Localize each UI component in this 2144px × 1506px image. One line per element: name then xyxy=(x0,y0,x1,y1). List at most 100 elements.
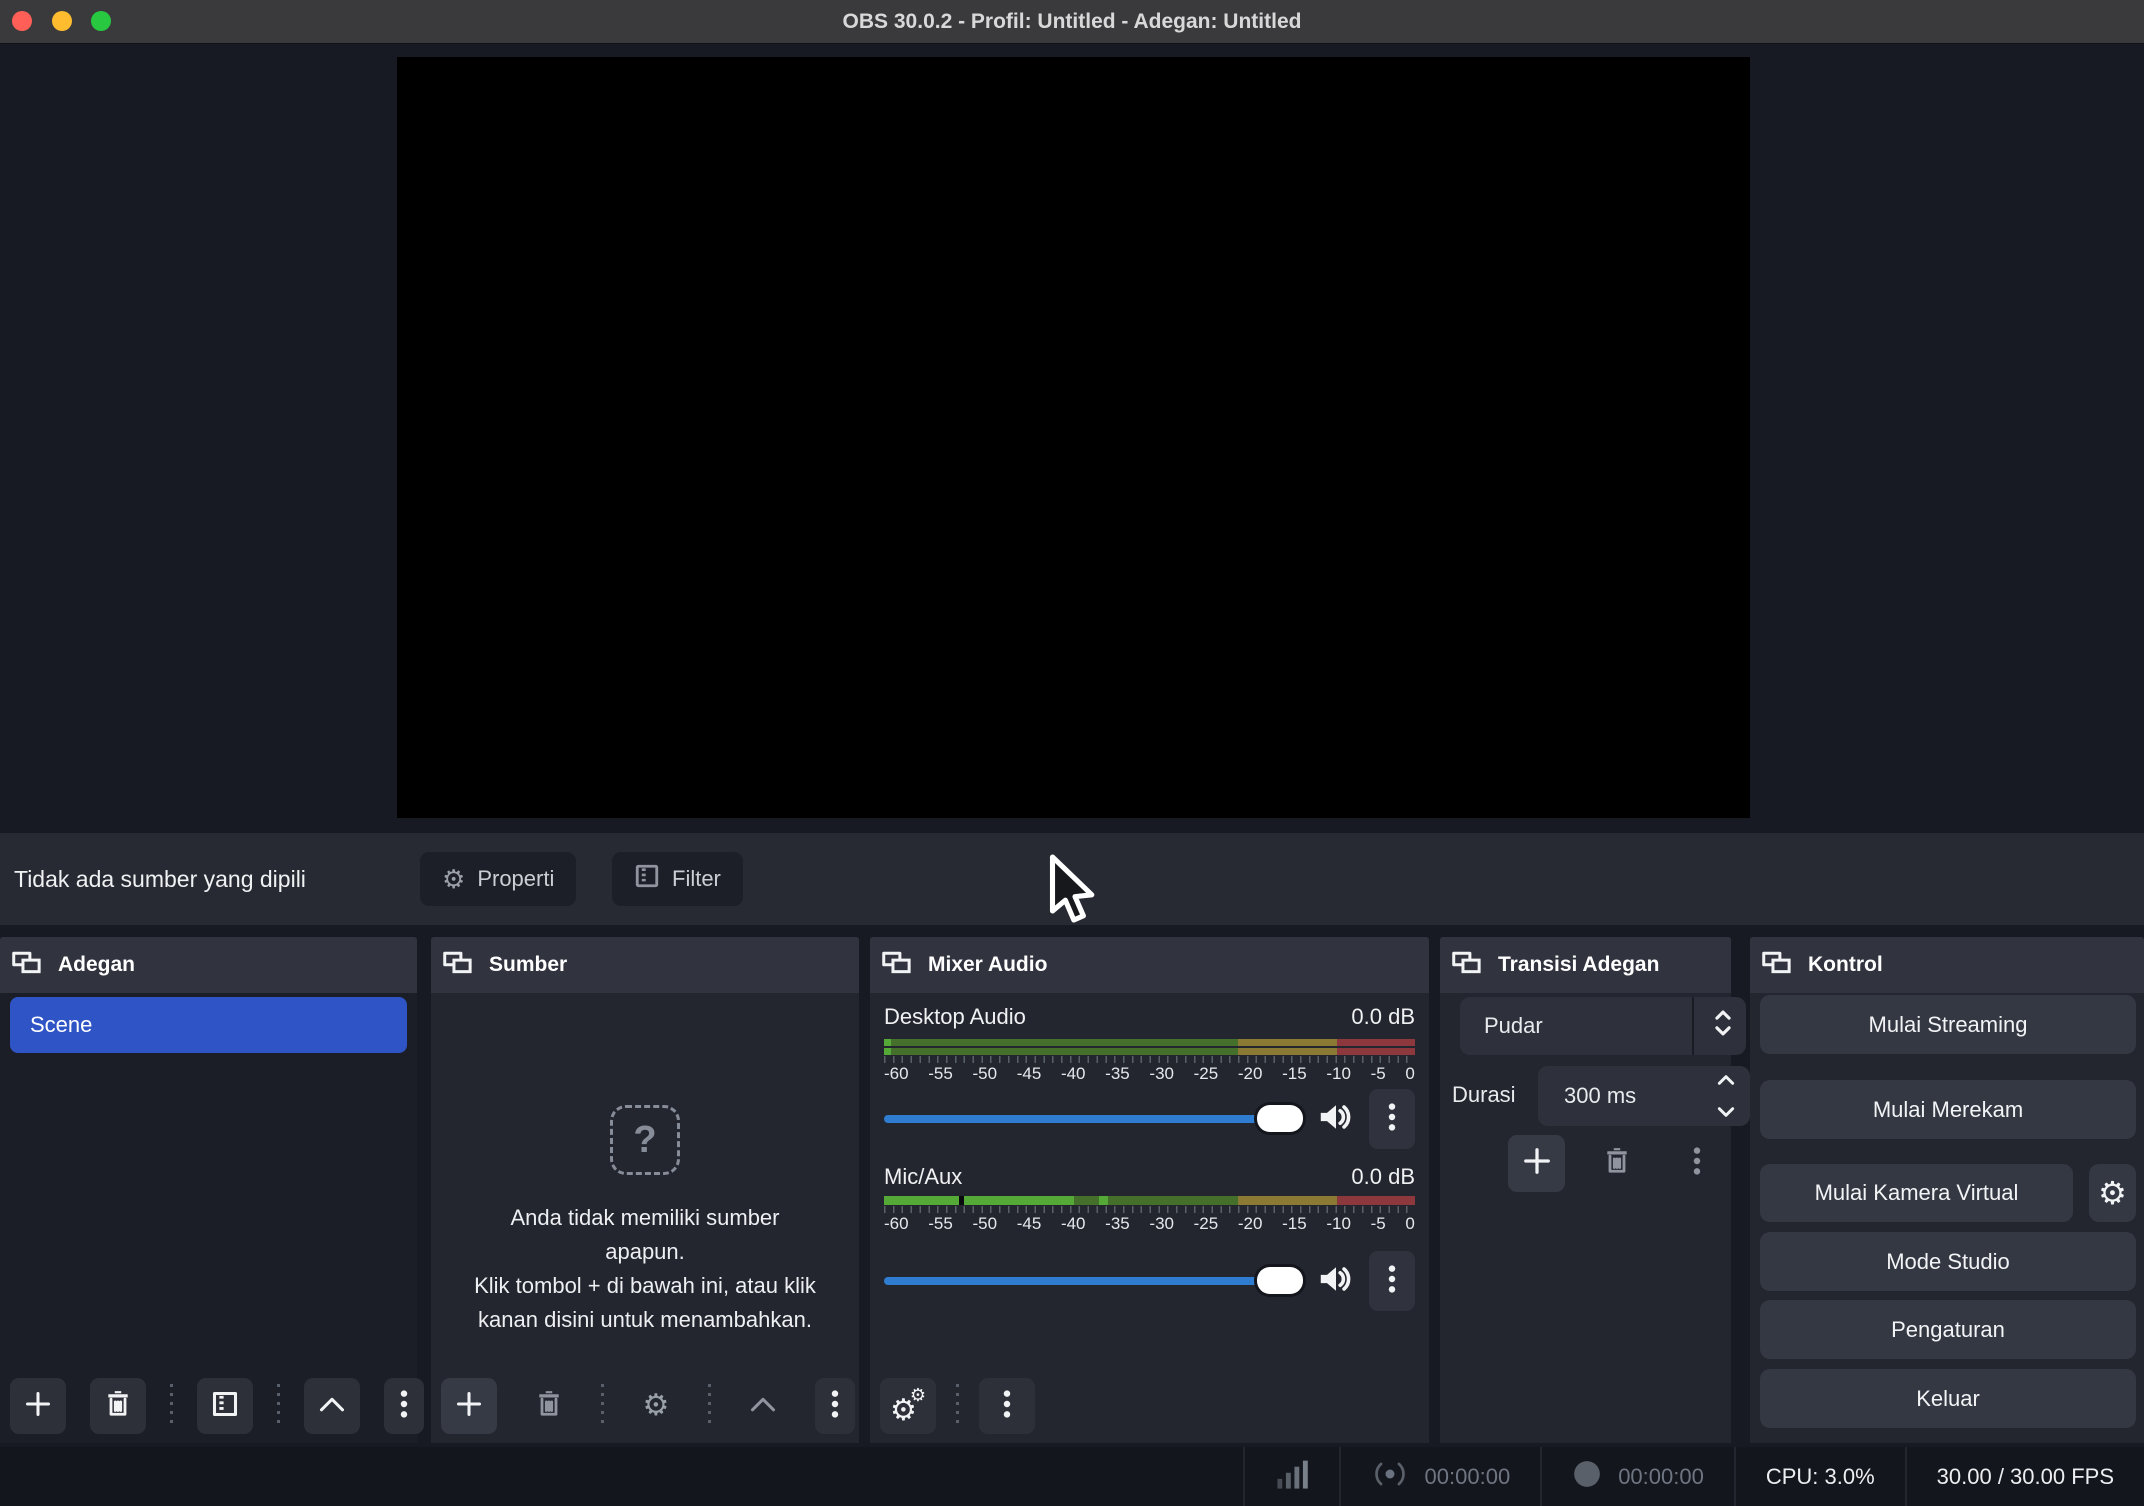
add-scene-button[interactable] xyxy=(10,1378,66,1434)
stream-time-cell: 00:00:00 xyxy=(1338,1447,1541,1506)
network-status-cell xyxy=(1242,1447,1339,1506)
desktop-audio-menu-button[interactable] xyxy=(1369,1089,1415,1149)
meter-scale-label: -40 xyxy=(1060,1064,1086,1083)
start-virtual-camera-button[interactable]: Mulai Kamera Virtual xyxy=(1760,1164,2073,1222)
filters-button-label: Filter xyxy=(672,866,721,891)
advanced-audio-properties-button[interactable]: ⚙︎ ⚙︎ xyxy=(880,1378,936,1434)
chevron-up-icon xyxy=(749,1394,777,1419)
mic-aux-menu-button[interactable] xyxy=(1369,1251,1415,1311)
duration-label: Durasi xyxy=(1452,1082,1516,1107)
mixer-toolbar: ⚙︎ ⚙︎ xyxy=(880,1378,1419,1434)
slider-handle[interactable] xyxy=(1257,1105,1303,1132)
kebab-menu-icon xyxy=(1387,1264,1397,1299)
meter-scale-label: -60 xyxy=(884,1064,909,1083)
studio-mode-button[interactable]: Mode Studio xyxy=(1760,1232,2136,1291)
sources-empty-line1: Anda tidak memiliki sumber apapun. xyxy=(510,1205,780,1264)
no-source-selected-label: Tidak ada sumber yang dipili xyxy=(14,866,306,892)
scenes-toolbar xyxy=(10,1378,424,1434)
slider-track[interactable] xyxy=(884,1277,1303,1285)
desktop-mute-toggle[interactable] xyxy=(1317,1101,1355,1138)
meter-scale: -60 -55 -50 -45 -40 -35 -30 -25 -20 -15 -10 -5 0 xyxy=(884,1214,1415,1234)
sources-panel: Sumber ? Anda tidak memiliki sumber apap… xyxy=(431,937,859,1443)
dropdown-updown-icon xyxy=(1712,1006,1734,1046)
meter-scale-label: -10 xyxy=(1326,1214,1351,1233)
scene-transitions-panel-header[interactable]: Transisi Adegan xyxy=(1440,937,1731,993)
move-source-up-button[interactable] xyxy=(735,1378,791,1434)
transition-selected-value: Pudar xyxy=(1484,1013,1543,1038)
kebab-menu-icon xyxy=(1692,1146,1702,1181)
scene-list-item-selected[interactable]: Scene xyxy=(10,997,407,1053)
mic-aux-level: 0.0 dB xyxy=(1351,1164,1415,1189)
settings-button[interactable]: Pengaturan xyxy=(1760,1300,2136,1359)
filter-icon xyxy=(634,863,660,895)
mic-aux-controls xyxy=(884,1251,1415,1311)
sources-list[interactable]: ? Anda tidak memiliki sumber apapun. Kli… xyxy=(431,993,859,1443)
panel-windows-icon xyxy=(1452,951,1482,980)
trash-icon xyxy=(1604,1147,1630,1180)
sources-menu-button[interactable] xyxy=(815,1378,855,1434)
filters-button[interactable]: Filter xyxy=(612,852,743,906)
properties-button-label: Properti xyxy=(477,866,555,891)
panel-windows-icon xyxy=(443,951,473,980)
remove-source-button[interactable] xyxy=(521,1378,577,1434)
stream-time: 00:00:00 xyxy=(1424,1463,1511,1489)
virtual-camera-settings-button[interactable]: ⚙︎ xyxy=(2089,1164,2136,1222)
plus-icon xyxy=(455,1390,483,1423)
fps-value: 30.00 / 30.00 FPS xyxy=(1936,1463,2114,1489)
transition-select-dropdown[interactable]: Pudar xyxy=(1460,997,1746,1055)
scenes-list[interactable]: Scene xyxy=(0,993,424,1443)
toolbar-separator xyxy=(601,1384,604,1428)
mixer-menu-button[interactable] xyxy=(979,1378,1035,1434)
start-recording-button[interactable]: Mulai Merekam xyxy=(1760,1080,2136,1139)
fps-cell: 30.00 / 30.00 FPS xyxy=(1904,1447,2144,1506)
meter-scale-label: -45 xyxy=(1016,1214,1042,1233)
speaker-icon xyxy=(1318,1263,1354,1300)
exit-button[interactable]: Keluar xyxy=(1760,1369,2136,1428)
cpu-usage: CPU: 3.0% xyxy=(1765,1463,1875,1489)
meter-scale-label: -5 xyxy=(1370,1214,1386,1233)
sources-empty-line2: Klik tombol + di bawah ini, atau klik ka… xyxy=(474,1273,816,1332)
mic-volume-slider[interactable] xyxy=(884,1267,1303,1295)
move-scene-up-button[interactable] xyxy=(304,1378,360,1434)
start-streaming-button[interactable]: Mulai Streaming xyxy=(1760,995,2136,1054)
scene-filters-button[interactable] xyxy=(197,1378,253,1434)
controls-body: Mulai Streaming Mulai Merekam Mulai Kame… xyxy=(1750,993,2144,1443)
mic-mute-toggle[interactable] xyxy=(1317,1263,1355,1300)
remove-transition-button[interactable] xyxy=(1588,1135,1645,1192)
toolbar-separator xyxy=(956,1384,959,1428)
scenes-menu-button[interactable] xyxy=(384,1378,424,1434)
sources-empty-message: Anda tidak memiliki sumber apapun. Klik … xyxy=(470,1201,820,1337)
cpu-usage-cell: CPU: 3.0% xyxy=(1733,1447,1905,1506)
duration-value: 300 ms xyxy=(1564,1083,1637,1108)
controls-panel-header[interactable]: Kontrol xyxy=(1750,937,2144,993)
gear-icon: ⚙︎ xyxy=(442,864,466,894)
add-source-button[interactable] xyxy=(441,1378,497,1434)
status-bar: 00:00:00 00:00:00 CPU: 3.0% 30.00 / 30.0… xyxy=(0,1447,2144,1506)
duration-spinbox[interactable]: 300 ms xyxy=(1538,1066,1750,1126)
panel-windows-icon xyxy=(1762,951,1792,980)
mouse-cursor xyxy=(1036,851,1108,934)
add-transition-button[interactable] xyxy=(1508,1135,1565,1192)
desktop-volume-slider[interactable] xyxy=(884,1105,1303,1133)
remove-scene-button[interactable] xyxy=(90,1378,146,1434)
slider-track[interactable] xyxy=(884,1115,1303,1123)
slider-handle[interactable] xyxy=(1257,1267,1303,1294)
filter-icon xyxy=(211,1390,239,1423)
meter-scale-label: -40 xyxy=(1060,1214,1086,1233)
meter-scale-label: -15 xyxy=(1282,1064,1307,1083)
meter-scale: -60 -55 -50 -45 -40 -35 -30 -25 -20 -15 -10 -5 0 xyxy=(884,1064,1415,1084)
source-properties-button[interactable]: ⚙︎ xyxy=(628,1378,684,1434)
controls-panel-title: Kontrol xyxy=(1808,953,1883,976)
transition-menu-button[interactable] xyxy=(1668,1135,1725,1192)
scene-preview-canvas[interactable] xyxy=(397,57,1750,818)
sources-panel-header[interactable]: Sumber xyxy=(431,937,859,993)
window-title: OBS 30.0.2 - Profil: Untitled - Adegan: … xyxy=(842,10,1302,33)
meter-scale-label: -15 xyxy=(1282,1214,1307,1233)
scenes-panel-header[interactable]: Adegan xyxy=(0,937,417,993)
audio-mixer-panel-header[interactable]: Mixer Audio xyxy=(870,937,1429,993)
desktop-audio-controls xyxy=(884,1089,1415,1149)
panel-windows-icon xyxy=(882,951,912,980)
properties-button[interactable]: ⚙︎ Properti xyxy=(420,852,577,906)
spinbox-arrows[interactable] xyxy=(1716,1073,1736,1119)
meter-scale-label: -55 xyxy=(928,1064,953,1083)
